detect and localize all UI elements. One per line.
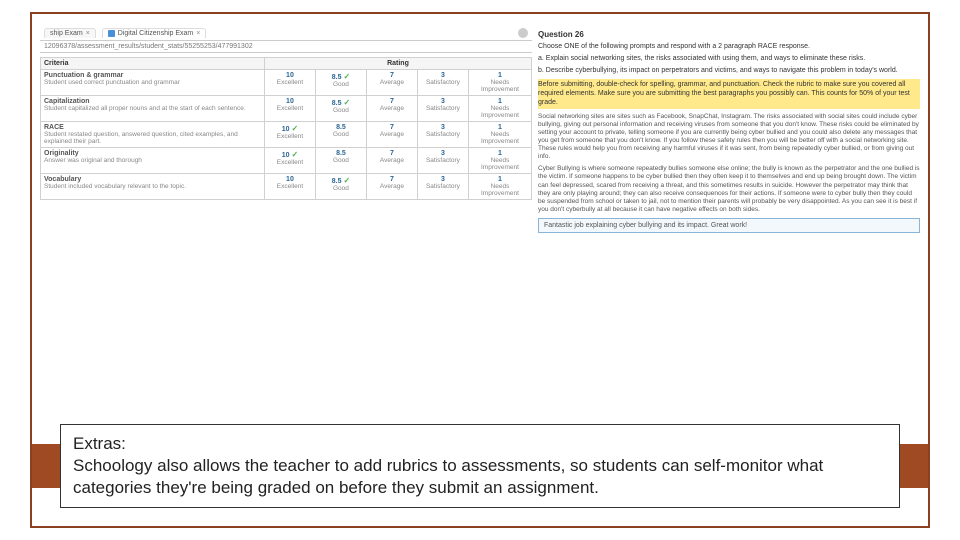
rating-cell[interactable]: 7Average [366,148,417,174]
col-criteria: Criteria [41,58,265,70]
rating-cell[interactable]: 3Satisfactory [417,122,468,148]
criteria-cell: VocabularyStudent included vocabulary re… [41,174,265,200]
browser-tab-1[interactable]: ship Exam × [44,28,96,38]
col-rating: Rating [264,58,531,70]
rating-cell[interactable]: 10✓Excellent [264,122,315,148]
rating-cell[interactable]: 1Needs Improvement [468,148,531,174]
caption-text: Schoology also allows the teacher to add… [73,456,823,497]
rating-cell[interactable]: 7Average [366,174,417,200]
url-text: 12096378/assessment_results/student_stat… [44,43,253,50]
check-icon: ✓ [292,150,299,159]
rubric-row: RACEStudent restated question, answered … [41,122,532,148]
screenshots-row: ship Exam × Digital Citizenship Exam × 1… [32,14,928,241]
rating-cell[interactable]: 1Needs Improvement [468,122,531,148]
address-bar[interactable]: 12096378/assessment_results/student_stat… [40,41,532,53]
rating-cell[interactable]: 8.5✓Good [315,70,366,96]
check-icon: ✓ [343,98,350,107]
rating-cell[interactable]: 8.5✓Good [315,174,366,200]
rating-cell[interactable]: 8.5✓Good [315,96,366,122]
student-answer-p1: Social networking sites are sites such a… [538,113,920,162]
close-icon[interactable]: × [86,30,90,37]
rating-cell[interactable]: 7Average [366,70,417,96]
criteria-cell: RACEStudent restated question, answered … [41,122,265,148]
rubric-row: CapitalizationStudent capitalized all pr… [41,96,532,122]
rating-cell[interactable]: 3Satisfactory [417,70,468,96]
rating-cell[interactable]: 8.5Good [315,148,366,174]
caption-box: Extras: Schoology also allows the teache… [60,424,900,508]
student-answer-p2: Cyber Bullying is where someone repeated… [538,165,920,214]
rubric-table: Criteria Rating Punctuation & grammarStu… [40,57,532,200]
rating-cell[interactable]: 3Satisfactory [417,174,468,200]
question-title: Question 26 [538,30,920,39]
rating-cell[interactable]: 10Excellent [264,96,315,122]
rating-cell[interactable]: 7Average [366,96,417,122]
rubric-screenshot: ship Exam × Digital Citizenship Exam × 1… [40,26,532,233]
check-icon: ✓ [343,176,350,185]
favicon-icon [108,30,115,37]
avatar-icon[interactable] [518,28,528,38]
rating-cell[interactable]: 10Excellent [264,174,315,200]
criteria-cell: Punctuation & grammarStudent used correc… [41,70,265,96]
question-option-b: b. Describe cyberbullying, its impact on… [538,67,920,76]
browser-tab-bar: ship Exam × Digital Citizenship Exam × [40,26,532,41]
rating-cell[interactable]: 10Excellent [264,70,315,96]
tab-label: ship Exam [50,30,83,37]
submission-hint: Before submitting, double-check for spel… [538,79,920,108]
rating-cell[interactable]: 7Average [366,122,417,148]
rating-cell[interactable]: 3Satisfactory [417,148,468,174]
browser-tab-2[interactable]: Digital Citizenship Exam × [102,28,207,38]
rating-cell[interactable]: 8.5Good [315,122,366,148]
teacher-feedback: Fantastic job explaining cyber bullying … [538,218,920,233]
check-icon: ✓ [292,124,299,133]
tab-label: Digital Citizenship Exam [118,30,193,37]
close-icon[interactable]: × [196,30,200,37]
slide-frame: ship Exam × Digital Citizenship Exam × 1… [30,12,930,528]
criteria-cell: OriginalityAnswer was original and thoro… [41,148,265,174]
caption-label: Extras: [73,434,126,453]
rubric-row: Punctuation & grammarStudent used correc… [41,70,532,96]
question-screenshot: Question 26 Choose ONE of the following … [538,26,920,233]
rating-cell[interactable]: 1Needs Improvement [468,174,531,200]
question-prompt: Choose ONE of the following prompts and … [538,43,920,52]
rating-cell[interactable]: 1Needs Improvement [468,70,531,96]
check-icon: ✓ [343,72,350,81]
rubric-row: VocabularyStudent included vocabulary re… [41,174,532,200]
question-option-a: a. Explain social networking sites, the … [538,55,920,64]
rating-cell[interactable]: 1Needs Improvement [468,96,531,122]
criteria-cell: CapitalizationStudent capitalized all pr… [41,96,265,122]
rating-cell[interactable]: 10✓Excellent [264,148,315,174]
rubric-row: OriginalityAnswer was original and thoro… [41,148,532,174]
caption-area: Extras: Schoology also allows the teache… [60,424,900,508]
rating-cell[interactable]: 3Satisfactory [417,96,468,122]
